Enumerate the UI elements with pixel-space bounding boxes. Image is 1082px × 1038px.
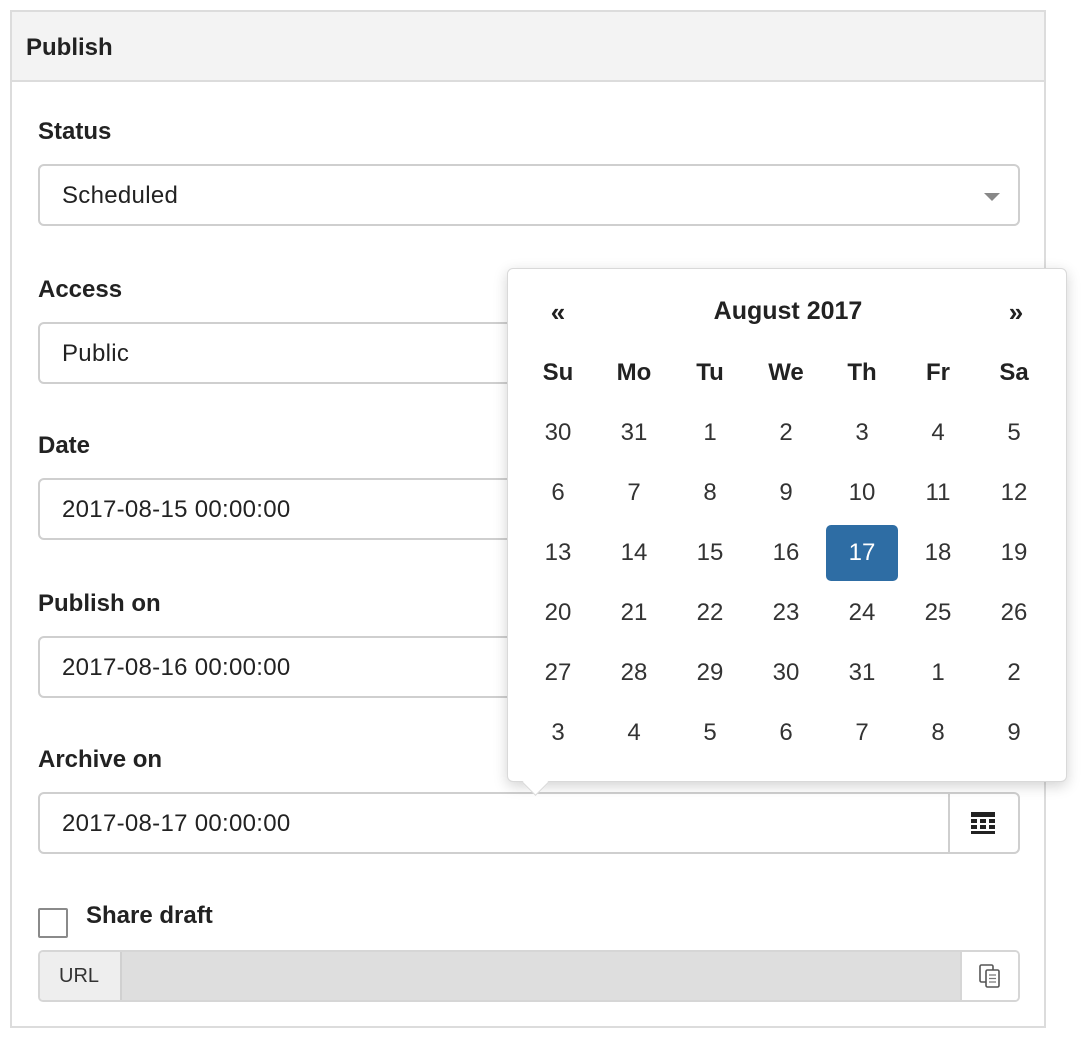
calendar-button[interactable] — [948, 794, 1018, 852]
datepicker-month-title[interactable]: August 2017 — [608, 297, 968, 326]
calendar-day[interactable]: 5 — [672, 703, 748, 763]
url-group: URL — [38, 950, 1020, 1002]
datepicker-next-button[interactable]: » — [996, 297, 1036, 328]
status-label: Status — [38, 118, 112, 145]
calendar-day[interactable]: 31 — [824, 643, 900, 703]
calendar-day[interactable]: 7 — [824, 703, 900, 763]
archive-on-value: 2017-08-17 00:00:00 — [62, 810, 291, 837]
weekday-header: Mo — [616, 359, 652, 386]
calendar-day[interactable]: 6 — [520, 463, 596, 523]
chevron-down-icon — [984, 193, 1000, 201]
calendar-day[interactable]: 24 — [824, 583, 900, 643]
calendar-day[interactable]: 30 — [748, 643, 824, 703]
date-label: Date — [38, 432, 91, 459]
calendar-day[interactable]: 28 — [596, 643, 672, 703]
archive-on-label: Archive on — [38, 746, 163, 773]
calendar-day[interactable]: 6 — [748, 703, 824, 763]
calendar-day[interactable]: 20 — [520, 583, 596, 643]
calendar-day[interactable]: 8 — [900, 703, 976, 763]
calendar-day[interactable]: 4 — [596, 703, 672, 763]
calendar-day[interactable]: 30 — [520, 403, 596, 463]
calendar-day[interactable]: 31 — [596, 403, 672, 463]
calendar-day[interactable]: 2 — [748, 403, 824, 463]
calendar-day[interactable]: 7 — [596, 463, 672, 523]
calendar-day[interactable]: 5 — [976, 403, 1052, 463]
calendar-day[interactable]: 1 — [672, 403, 748, 463]
copy-icon — [979, 964, 1000, 988]
calendar-day[interactable]: 22 — [672, 583, 748, 643]
access-value: Public — [62, 340, 130, 367]
calendar-day[interactable]: 12 — [976, 463, 1052, 523]
calendar-day[interactable]: 1 — [900, 643, 976, 703]
calendar-day[interactable]: 21 — [596, 583, 672, 643]
calendar-day[interactable]: 3 — [824, 403, 900, 463]
calendar-day[interactable]: 2 — [976, 643, 1052, 703]
calendar-day[interactable]: 13 — [520, 523, 596, 583]
calendar-day-selected[interactable]: 17 — [824, 523, 900, 583]
calendar-day[interactable]: 10 — [824, 463, 900, 523]
calendar-day[interactable]: 27 — [520, 643, 596, 703]
copy-url-button[interactable] — [960, 952, 1018, 1000]
weekday-header: Th — [847, 359, 877, 386]
calendar-day[interactable]: 9 — [976, 703, 1052, 763]
archive-on-input[interactable]: 2017-08-17 00:00:00 — [38, 792, 1020, 854]
weekday-header: Tu — [696, 359, 724, 386]
status-value: Scheduled — [62, 182, 179, 209]
weekday-header: Fr — [926, 359, 950, 386]
datepicker-grid: Su Mo Tu We Th Fr Sa 30 31 1 2 3 4 5 6 7 8 9 10 11 12 13 14 15 1… — [520, 343, 1052, 763]
status-select[interactable]: Scheduled — [38, 164, 1020, 226]
panel-header: Publish — [12, 12, 1044, 82]
calendar-day[interactable]: 25 — [900, 583, 976, 643]
calendar-day[interactable]: 16 — [748, 523, 824, 583]
date-value: 2017-08-15 00:00:00 — [62, 496, 291, 523]
url-addon-label: URL — [59, 965, 100, 987]
datepicker-prev-button[interactable]: « — [538, 297, 578, 328]
calendar-day[interactable]: 8 — [672, 463, 748, 523]
publish-on-label: Publish on — [38, 590, 161, 617]
datepicker: « August 2017 » Su Mo Tu We Th Fr Sa 30 31 1 2 3 4 5 6… — [507, 268, 1067, 796]
calendar-day[interactable]: 15 — [672, 523, 748, 583]
panel-title: Publish — [26, 34, 113, 61]
share-url-field[interactable] — [122, 952, 962, 1000]
calendar-day[interactable]: 26 — [976, 583, 1052, 643]
share-draft-label: Share draft — [86, 902, 213, 929]
calendar-day[interactable]: 14 — [596, 523, 672, 583]
calendar-day[interactable]: 18 — [900, 523, 976, 583]
calendar-day[interactable]: 11 — [900, 463, 976, 523]
calendar-icon — [971, 812, 995, 834]
weekday-header: We — [768, 359, 804, 386]
calendar-day[interactable]: 4 — [900, 403, 976, 463]
calendar-day[interactable]: 23 — [748, 583, 824, 643]
calendar-day[interactable]: 9 — [748, 463, 824, 523]
calendar-day[interactable]: 19 — [976, 523, 1052, 583]
selected-day-label: 17 — [826, 525, 898, 581]
calendar-day[interactable]: 3 — [520, 703, 596, 763]
share-draft-checkbox[interactable] — [38, 908, 68, 938]
url-addon: URL — [40, 952, 122, 1000]
access-label: Access — [38, 276, 123, 303]
calendar-day[interactable]: 29 — [672, 643, 748, 703]
weekday-header: Sa — [999, 359, 1029, 386]
weekday-header: Su — [542, 359, 574, 386]
publish-on-value: 2017-08-16 00:00:00 — [62, 654, 291, 681]
